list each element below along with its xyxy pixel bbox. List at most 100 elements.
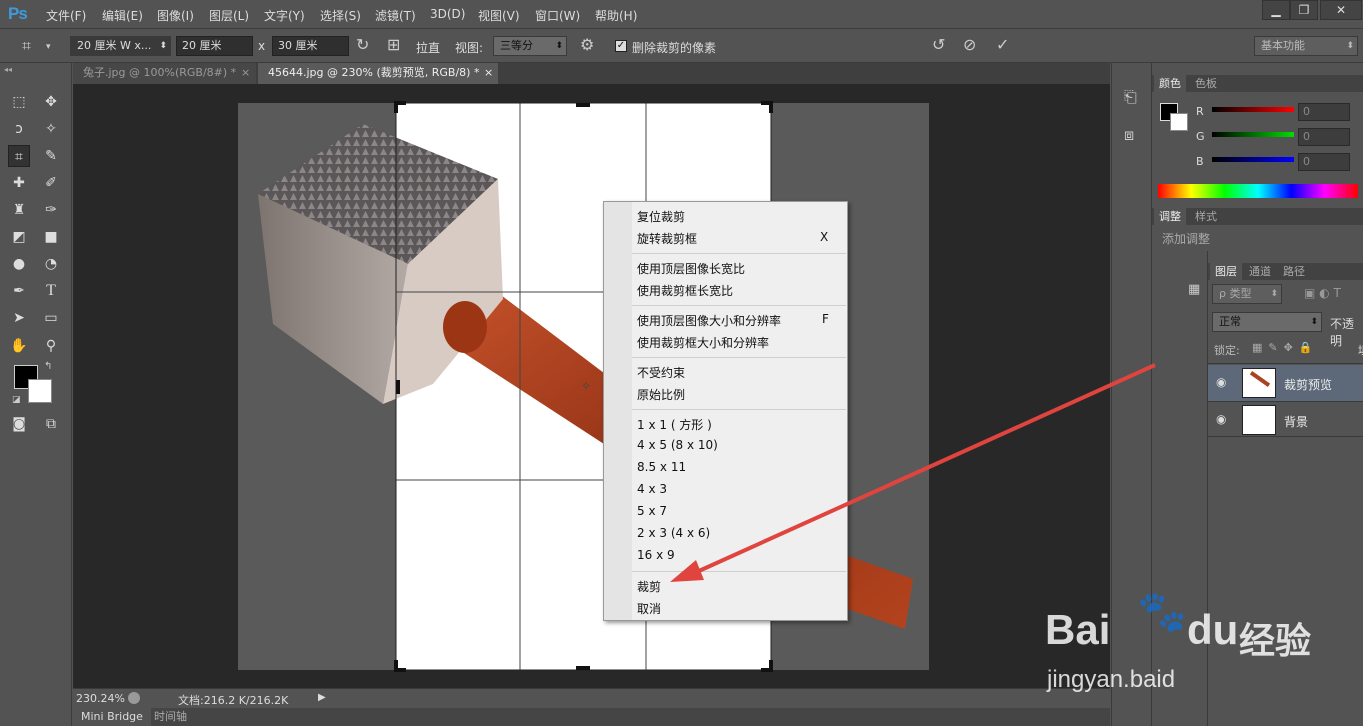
layer-row[interactable]: ◉ 裁剪预览 bbox=[1208, 365, 1363, 401]
canvas-area[interactable]: ✧ bbox=[73, 84, 1110, 688]
menu-item-cancel[interactable]: 取消 bbox=[637, 600, 661, 617]
eyedropper-icon[interactable]: ✎ bbox=[40, 145, 62, 167]
menu-filter[interactable]: 滤镜(T) bbox=[375, 7, 416, 24]
eye-icon[interactable]: ◉ bbox=[1216, 375, 1226, 389]
gradient-icon[interactable]: ■ bbox=[40, 226, 62, 248]
tab-timeline[interactable]: 时间轴 bbox=[148, 708, 193, 726]
rectangle-icon[interactable]: ▭ bbox=[40, 307, 62, 329]
color-spectrum[interactable] bbox=[1158, 184, 1358, 198]
collapse-icon[interactable]: ◂◂ bbox=[4, 65, 12, 74]
straighten-icon[interactable]: ⊞ bbox=[387, 37, 400, 53]
quick-mask-icon[interactable]: ◙ bbox=[8, 413, 30, 435]
screen-mode-icon[interactable]: ⧉ bbox=[40, 413, 62, 435]
delete-pixels-checkbox[interactable]: ✓ bbox=[615, 40, 627, 52]
tab-paths[interactable]: 路径 bbox=[1278, 263, 1310, 280]
workspace-dropdown[interactable]: 基本功能 ⬍ bbox=[1254, 36, 1358, 56]
zoom-icon[interactable]: ⚲ bbox=[40, 335, 62, 357]
height-field[interactable]: 30 厘米 bbox=[272, 36, 349, 56]
tab-mini-bridge[interactable]: Mini Bridge bbox=[73, 708, 151, 726]
straighten-label[interactable]: 拉直 bbox=[416, 39, 440, 56]
eraser-icon[interactable]: ◩ bbox=[8, 226, 30, 248]
blur-icon[interactable]: ● bbox=[8, 253, 30, 275]
status-info-icon[interactable] bbox=[128, 692, 140, 704]
menu-window[interactable]: 窗口(W) bbox=[535, 7, 580, 24]
minimize-button[interactable]: ▁ bbox=[1262, 0, 1290, 20]
history-brush-icon[interactable]: ✑ bbox=[40, 199, 62, 221]
slider-r[interactable] bbox=[1212, 107, 1294, 112]
menu-item-ratio[interactable]: 2 x 3 (4 x 6) bbox=[637, 526, 710, 540]
brush-icon[interactable]: ✐ bbox=[40, 172, 62, 194]
filter-icons[interactable]: ▣ ◐ T bbox=[1304, 286, 1341, 300]
menu-item-rotate-crop[interactable]: 旋转裁剪框 bbox=[637, 230, 697, 247]
crop-handle[interactable] bbox=[576, 103, 590, 107]
tab-adjustments[interactable]: 调整 bbox=[1154, 208, 1186, 225]
cancel-icon[interactable]: ⊘ bbox=[963, 37, 976, 53]
close-icon[interactable]: × bbox=[241, 63, 250, 83]
menu-item-reset-crop[interactable]: 复位裁剪 bbox=[637, 208, 685, 225]
path-select-icon[interactable]: ➤ bbox=[8, 307, 30, 329]
blend-mode-dropdown[interactable]: 正常 ⬍ bbox=[1212, 312, 1322, 332]
levels-icon[interactable]: ▦ bbox=[1188, 282, 1200, 297]
commit-icon[interactable]: ✓ bbox=[996, 37, 1009, 53]
menu-image[interactable]: 图像(I) bbox=[157, 7, 194, 24]
menu-view[interactable]: 视图(V) bbox=[478, 7, 520, 24]
zoom-level[interactable]: 230.24% bbox=[76, 692, 125, 705]
menu-select[interactable]: 选择(S) bbox=[320, 7, 361, 24]
tab-swatches[interactable]: 色板 bbox=[1190, 75, 1222, 92]
close-icon[interactable]: × bbox=[484, 63, 493, 83]
swap-colors-icon[interactable]: ↰ bbox=[44, 361, 52, 372]
menu-layer[interactable]: 图层(L) bbox=[209, 7, 249, 24]
healing-brush-icon[interactable]: ✚ bbox=[8, 172, 30, 194]
default-colors-icon[interactable]: ◪ bbox=[12, 395, 21, 405]
tab-channels[interactable]: 通道 bbox=[1244, 263, 1276, 280]
layer-name[interactable]: 裁剪预览 bbox=[1284, 376, 1332, 393]
lock-icons[interactable]: ▦✎✥🔒 bbox=[1252, 341, 1319, 354]
tab-color[interactable]: 颜色 bbox=[1154, 75, 1186, 92]
hand-icon[interactable]: ✋ bbox=[8, 335, 30, 357]
menu-item-ratio[interactable]: 16 x 9 bbox=[637, 548, 675, 562]
marquee-tool-icon[interactable]: ⬚ bbox=[8, 91, 30, 113]
tab-hammer[interactable]: 45644.jpg @ 230% (裁剪预览, RGB/8) * × bbox=[258, 63, 498, 84]
crop-tool-icon[interactable]: ⌗ bbox=[8, 145, 30, 167]
stamp-icon[interactable]: ♜ bbox=[8, 199, 30, 221]
magic-wand-icon[interactable]: ✧ bbox=[40, 118, 62, 140]
gear-icon[interactable]: ⚙ bbox=[580, 37, 594, 53]
dodge-icon[interactable]: ◔ bbox=[40, 253, 62, 275]
slider-b[interactable] bbox=[1212, 157, 1294, 162]
close-window-button[interactable]: ✕ bbox=[1320, 0, 1362, 20]
menu-item-ratio[interactable]: 8.5 x 11 bbox=[637, 460, 686, 474]
crop-handle[interactable] bbox=[394, 101, 406, 113]
menu-item-crop-ratio[interactable]: 使用裁剪框长宽比 bbox=[637, 282, 733, 299]
menu-file[interactable]: 文件(F) bbox=[46, 7, 86, 24]
history-icon[interactable]: ⎗ bbox=[1124, 87, 1137, 107]
view-dropdown[interactable]: 三等分 ⬍ bbox=[493, 36, 567, 56]
crop-handle[interactable] bbox=[576, 666, 590, 670]
bg-color-swatch[interactable] bbox=[1170, 113, 1188, 131]
layer-row[interactable]: ◉ 背景 bbox=[1208, 401, 1363, 437]
chevron-down-icon[interactable]: ▾ bbox=[46, 39, 51, 55]
menu-item-ratio[interactable]: 4 x 5 (8 x 10) bbox=[637, 438, 718, 452]
crop-handle[interactable] bbox=[396, 380, 400, 394]
crop-handle[interactable] bbox=[394, 660, 406, 672]
value-r[interactable]: 0 bbox=[1298, 103, 1350, 121]
crop-tool-icon[interactable]: ⌗ bbox=[22, 38, 31, 54]
menu-item-ratio[interactable]: 1 x 1 ( 方形 ) bbox=[637, 416, 712, 433]
menu-item-ratio[interactable]: 5 x 7 bbox=[637, 504, 667, 518]
menu-item-crop[interactable]: 裁剪 bbox=[637, 578, 661, 595]
slider-g[interactable] bbox=[1212, 132, 1294, 137]
background-color-swatch[interactable] bbox=[28, 379, 52, 403]
menu-item-original-ratio[interactable]: 原始比例 bbox=[637, 386, 685, 403]
crop-handle[interactable] bbox=[761, 660, 773, 672]
crop-handle[interactable] bbox=[761, 101, 773, 113]
status-menu-arrow[interactable]: ▶ bbox=[318, 692, 326, 703]
pen-icon[interactable]: ✒ bbox=[8, 280, 30, 302]
menu-item-ratio[interactable]: 4 x 3 bbox=[637, 482, 667, 496]
tab-styles[interactable]: 样式 bbox=[1190, 208, 1222, 225]
swap-icon[interactable]: ↻ bbox=[356, 37, 369, 53]
reset-icon[interactable]: ↺ bbox=[932, 37, 945, 53]
tab-layers[interactable]: 图层 bbox=[1210, 263, 1242, 280]
menu-help[interactable]: 帮助(H) bbox=[595, 7, 637, 24]
menu-item-crop-size[interactable]: 使用裁剪框大小和分辨率 bbox=[637, 334, 769, 351]
layer-filter-dropdown[interactable]: ρ 类型 ⬍ bbox=[1212, 284, 1282, 304]
width-field[interactable]: 20 厘米 bbox=[176, 36, 253, 56]
